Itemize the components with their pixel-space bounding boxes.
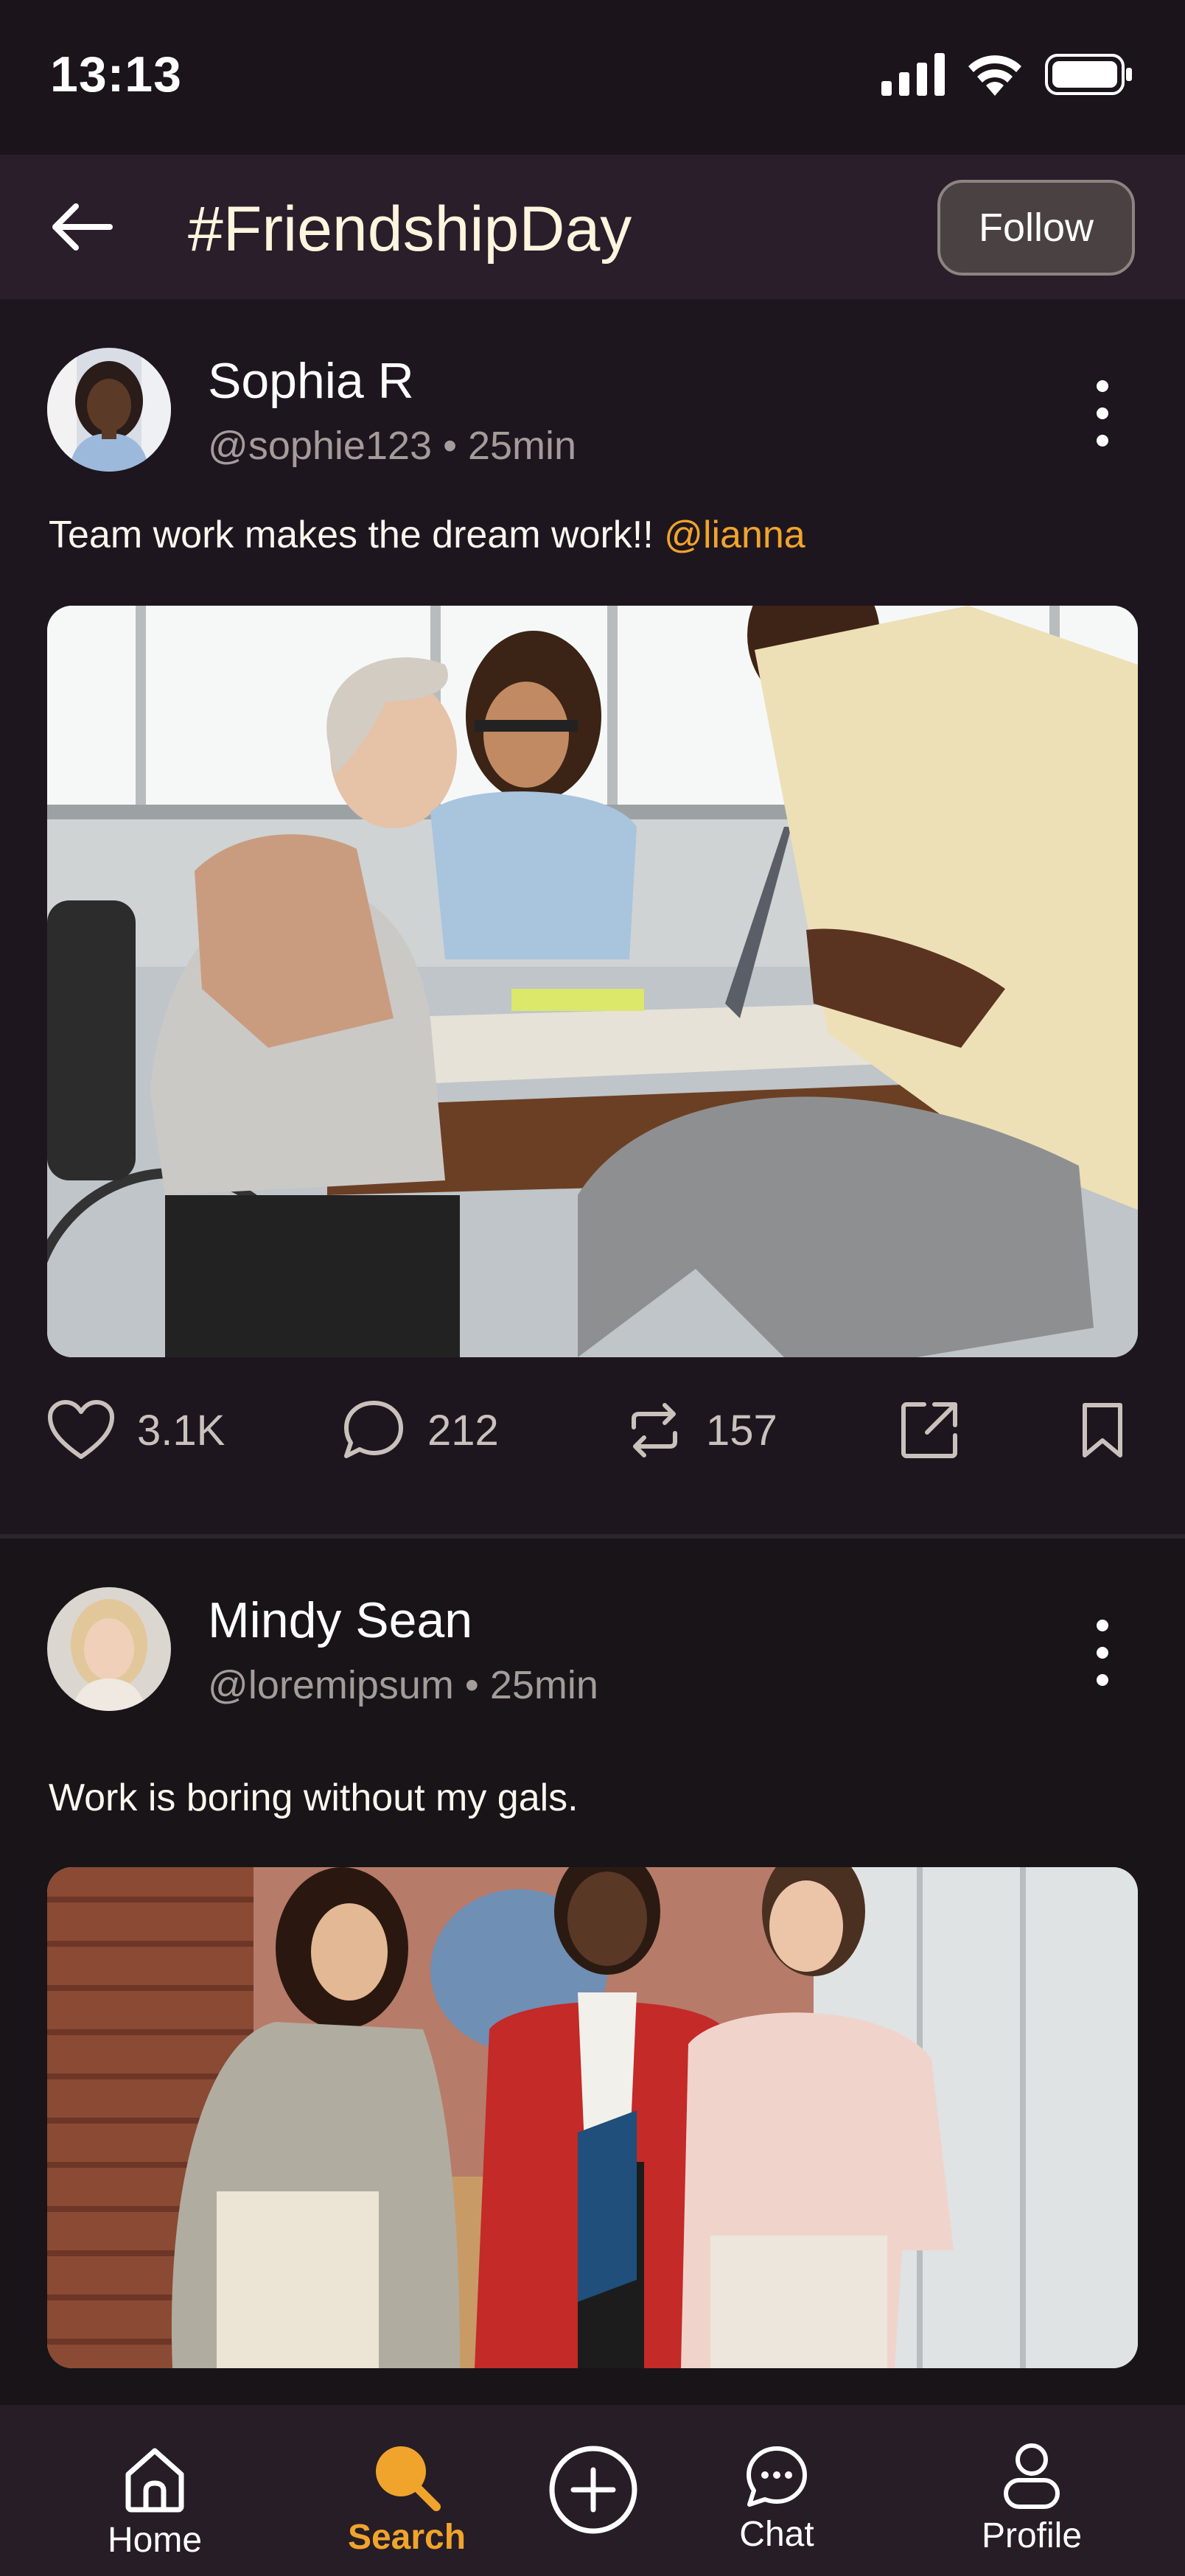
share-icon [901,1402,957,1458]
avatar[interactable] [47,1587,171,1711]
comment-button[interactable]: 212 [342,1382,499,1478]
profile-icon [1004,2443,1060,2509]
post-time: 25min [467,424,577,468]
header: #FriendshipDay Follow [0,155,1185,299]
nav-label: Home [107,2521,203,2560]
share-button[interactable] [899,1382,959,1478]
mention-link[interactable]: @lianna [664,514,805,556]
repost-count: 157 [706,1406,777,1455]
wifi-icon [968,55,1021,96]
signal-icon [881,53,945,96]
post-text: Team work makes the dream work!! @lianna [49,513,805,557]
repost-icon [632,1403,677,1457]
nav-chat[interactable]: Chat [718,2405,836,2576]
more-icon [1097,380,1108,392]
avatar[interactable] [47,348,171,472]
back-button[interactable] [44,197,118,256]
bottom-nav: Home Search Chat Profile [0,2405,1185,2576]
heart-icon [48,1400,114,1459]
author-name[interactable]: Mindy Sean [208,1592,472,1649]
home-icon [125,2448,184,2513]
post-time: 25min [489,1663,598,1707]
status-icons [881,53,1133,96]
plus-circle-icon [549,2446,637,2534]
status-bar: 13:13 [0,0,1185,155]
nav-create[interactable] [545,2405,641,2576]
status-time: 13:13 [50,46,182,102]
post-actions: 3.1K 212 157 [0,1382,1185,1478]
author-name[interactable]: Sophia R [208,352,414,410]
more-options-button[interactable] [1083,1620,1122,1686]
nav-label: Search [347,2518,466,2557]
battery-icon [1045,54,1132,95]
like-count: 3.1K [137,1406,226,1455]
post-body: Team work makes the dream work!! [49,514,665,556]
bookmark-button[interactable] [1080,1382,1125,1478]
author-meta: @sophie123 • 25min [208,423,576,469]
post-card: Mindy Sean @loremipsum • 25min Work is b… [0,1539,1185,2405]
bookmark-icon [1083,1403,1122,1457]
like-button[interactable]: 3.1K [47,1382,225,1478]
nav-profile[interactable]: Profile [958,2405,1105,2576]
nav-search[interactable]: Search [333,2405,480,2576]
arrow-left-icon [52,203,113,251]
post-card: Sophia R @sophie123 • 25min Team work ma… [0,299,1185,1534]
comment-count: 212 [427,1406,499,1455]
post-image[interactable] [47,606,1138,1357]
nav-label: Chat [739,2515,814,2554]
post-text: Work is boring without my gals. [49,1777,578,1819]
separator-dot: • [443,424,468,468]
follow-button[interactable]: Follow [937,180,1135,276]
author-handle[interactable]: @loremipsum [208,1663,454,1707]
page-title: #FriendshipDay [188,194,632,265]
more-icon [1097,1620,1108,1631]
comment-icon [344,1401,403,1458]
nav-label: Profile [981,2516,1083,2555]
repost-button[interactable]: 157 [625,1382,777,1478]
search-icon [376,2446,441,2511]
nav-home[interactable]: Home [88,2405,221,2576]
chat-icon [747,2446,807,2507]
post-image[interactable] [47,1867,1138,2368]
author-meta: @loremipsum • 25min [208,1662,598,1708]
author-handle[interactable]: @sophie123 [208,424,432,468]
more-options-button[interactable] [1083,380,1122,447]
separator-dot: • [464,1663,490,1707]
